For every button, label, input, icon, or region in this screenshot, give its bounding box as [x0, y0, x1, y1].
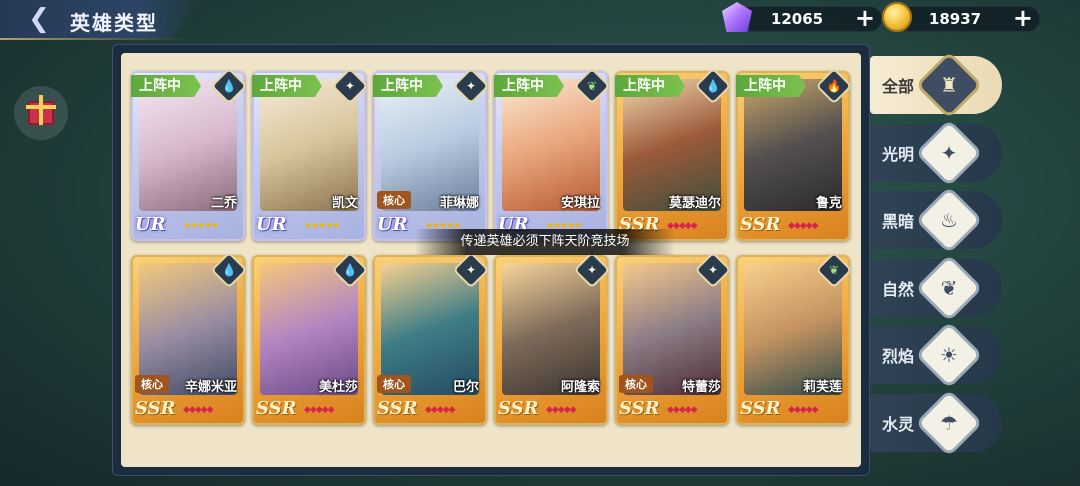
dark-flame-icon: ♨	[940, 208, 958, 232]
star-rating: ◆◆◆◆◆	[667, 405, 698, 415]
star-rating: ◆◆◆◆◆	[546, 405, 577, 415]
star-rating: ◆◆◆◆◆	[788, 405, 819, 415]
light-element-icon: ✦	[455, 71, 487, 102]
deployed-badge: 上阵中	[615, 75, 685, 97]
water-drop-icon: ☂	[940, 410, 958, 435]
water-element-icon: 💧	[213, 255, 245, 286]
filter-tab-label: 全部	[882, 77, 915, 96]
filter-tab-label: 光明	[882, 144, 915, 164]
back-arrow-icon: ❮	[28, 4, 50, 34]
hero-card[interactable]: 上阵中 💧 莫瑟迪尔 SSR ◆◆◆◆◆	[615, 71, 729, 241]
nature-element-icon: ❦	[818, 255, 850, 286]
hero-panel: 上阵中 💧 二乔 UR ★★★★★ 上阵中 ✦ 凯文 UR ★★★★★ 上阵中 ✦ 核心 菲琳娜 UR ★★★…	[112, 44, 870, 476]
star-rating: ◆◆◆◆◆	[425, 405, 456, 415]
star-rating: ★★★★★	[304, 221, 340, 231]
deployed-badge: 上阵中	[736, 75, 806, 97]
water-element-icon: 💧	[334, 255, 366, 286]
hero-name: 巴尔	[452, 380, 479, 395]
filter-tab-label: 水灵	[882, 414, 915, 434]
hero-card[interactable]: ✦ 核心 巴尔 SSR ◆◆◆◆◆	[373, 255, 487, 425]
water-element-icon: 💧	[213, 71, 245, 102]
star-rating: ◆◆◆◆◆	[304, 405, 335, 415]
light-star-icon: ✦	[940, 140, 958, 165]
core-badge: 核心	[377, 375, 411, 393]
hero-card[interactable]: 上阵中 ✦ 核心 菲琳娜 UR ★★★★★	[373, 71, 487, 241]
hero-name: 莉芙莲	[802, 380, 842, 395]
star-rating: ◆◆◆◆◆	[183, 405, 214, 415]
core-badge: 核心	[135, 375, 169, 393]
rarity-label: SSR	[135, 398, 176, 419]
star-rating: ★★★★★	[183, 221, 219, 231]
gift-icon	[26, 95, 56, 125]
light-element-icon: ✦	[455, 255, 487, 286]
add-gems-button[interactable]: +	[855, 6, 875, 30]
fire-icon: ☀	[940, 343, 958, 367]
header-divider	[0, 38, 190, 40]
hero-card[interactable]: 上阵中 🔥 鲁克 SSR ◆◆◆◆◆	[736, 71, 850, 241]
rarity-label: SSR	[498, 398, 539, 419]
hero-name: 辛娜米亚	[184, 380, 237, 395]
rarity-label: SSR	[619, 398, 660, 419]
rarity-label: SSR	[740, 214, 781, 235]
hero-name: 二乔	[210, 196, 237, 211]
hero-card[interactable]: ✦ 阿隆索 SSR ◆◆◆◆◆	[494, 255, 608, 425]
back-button[interactable]: ❮	[22, 4, 56, 34]
light-element-icon: ✦	[334, 71, 366, 102]
core-badge: 核心	[619, 375, 653, 393]
rarity-label: SSR	[256, 398, 297, 419]
filter-tab-label: 烈焰	[882, 347, 915, 366]
filter-tab[interactable]: 光明 ✦	[870, 122, 1002, 183]
rarity-label: UR	[377, 214, 408, 235]
coin-icon	[882, 2, 912, 32]
core-badge: 核心	[377, 191, 411, 209]
hero-list[interactable]: 上阵中 💧 二乔 UR ★★★★★ 上阵中 ✦ 凯文 UR ★★★★★ 上阵中 ✦ 核心 菲琳娜 UR ★★★…	[121, 53, 861, 467]
hero-name: 特蕾莎	[681, 380, 721, 395]
hero-card[interactable]: 上阵中 ❦ 安琪拉 UR ★★★★★	[494, 71, 608, 241]
water-element-icon: 💧	[697, 71, 729, 102]
star-rating: ◆◆◆◆◆	[788, 221, 819, 231]
nature-leaf-icon: ❦	[940, 275, 958, 300]
deployed-badge: 上阵中	[494, 75, 564, 97]
deployed-badge: 上阵中	[252, 75, 322, 97]
hero-card[interactable]: 💧 美杜莎 SSR ◆◆◆◆◆	[252, 255, 366, 425]
gem-amount: 12065	[770, 10, 824, 28]
gem-counter: 12065 +	[740, 6, 882, 32]
filter-tab[interactable]: 水灵 ☂	[870, 392, 1002, 453]
filter-tab-label: 黑暗	[882, 212, 915, 231]
hero-name: 鲁克	[815, 196, 842, 211]
nature-element-icon: ❦	[576, 71, 608, 102]
deployed-badge: 上阵中	[131, 75, 201, 97]
filter-tab-label: 自然	[882, 279, 915, 299]
light-element-icon: ✦	[697, 255, 729, 286]
rarity-label: SSR	[377, 398, 418, 419]
filter-tab[interactable]: 全部 ♜	[870, 55, 1002, 115]
rarity-label: SSR	[740, 398, 781, 419]
add-coins-button[interactable]: +	[1013, 6, 1033, 30]
hero-card[interactable]: 上阵中 💧 二乔 UR ★★★★★	[131, 71, 245, 241]
rarity-label: UR	[135, 214, 166, 235]
hero-name: 阿隆索	[560, 380, 600, 395]
filter-tab[interactable]: 黑暗 ♨	[870, 190, 1002, 250]
gift-button[interactable]	[14, 86, 68, 140]
filter-tab[interactable]: 烈焰 ☀	[870, 325, 1002, 385]
page-title: 英雄类型	[70, 11, 158, 35]
crown-tower-icon: ♜	[940, 73, 958, 97]
fire-element-icon: 🔥	[818, 71, 850, 102]
light-element-icon: ✦	[576, 255, 608, 286]
coin-counter: 18937 +	[898, 6, 1040, 32]
hero-card[interactable]: 上阵中 ✦ 凯文 UR ★★★★★	[252, 71, 366, 241]
rarity-label: UR	[256, 214, 287, 235]
hero-card[interactable]: ❦ 莉芙莲 SSR ◆◆◆◆◆	[736, 255, 850, 425]
hero-name: 莫瑟迪尔	[668, 196, 721, 211]
hero-name: 凯文	[331, 196, 358, 211]
hero-card[interactable]: 💧 核心 辛娜米亚 SSR ◆◆◆◆◆	[131, 255, 245, 425]
hero-name: 美杜莎	[318, 380, 358, 395]
hero-name: 菲琳娜	[439, 196, 479, 211]
filter-tab[interactable]: 自然 ❦	[870, 257, 1002, 318]
hero-name: 安琪拉	[560, 196, 600, 211]
deployed-badge: 上阵中	[373, 75, 443, 97]
hero-card[interactable]: ✦ 核心 特蕾莎 SSR ◆◆◆◆◆	[615, 255, 729, 425]
coin-amount: 18937	[928, 10, 982, 28]
toast-message: 传递英雄必须下阵天阶竞技场	[415, 229, 675, 255]
